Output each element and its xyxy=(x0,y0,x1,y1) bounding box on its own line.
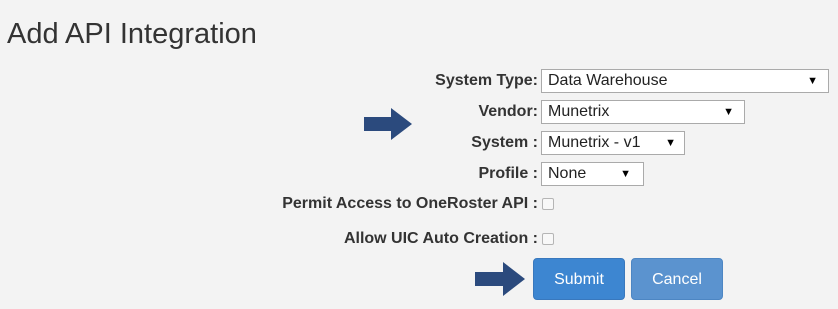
vendor-label: Vendor: xyxy=(478,103,538,120)
vendor-value: Munetrix xyxy=(548,103,610,120)
submit-button[interactable]: Submit xyxy=(533,258,625,300)
permit-oneroster-label: Permit Access to OneRoster API : xyxy=(282,195,538,212)
page-title: Add API Integration xyxy=(7,18,257,50)
system-type-label: System Type: xyxy=(435,72,538,89)
caret-down-icon: ▼ xyxy=(723,106,734,118)
system-select[interactable]: Munetrix - v1 ▼ xyxy=(541,131,685,155)
caret-down-icon: ▼ xyxy=(665,137,676,149)
system-type-select[interactable]: Data Warehouse ▼ xyxy=(541,69,829,93)
form-panel: Add API Integration System Type: Data Wa… xyxy=(0,0,838,309)
vendor-select[interactable]: Munetrix ▼ xyxy=(541,100,745,124)
allow-uic-label: Allow UIC Auto Creation : xyxy=(343,230,538,247)
arrow-right-icon xyxy=(475,262,525,296)
profile-label: Profile : xyxy=(478,165,538,182)
arrow-right-icon xyxy=(364,108,412,140)
caret-down-icon: ▼ xyxy=(807,75,818,87)
system-value: Munetrix - v1 xyxy=(548,134,641,151)
system-type-value: Data Warehouse xyxy=(548,72,668,89)
caret-down-icon: ▼ xyxy=(620,168,631,180)
allow-uic-checkbox[interactable] xyxy=(542,233,554,245)
system-label: System : xyxy=(471,134,538,151)
profile-value: None xyxy=(548,165,587,182)
permit-oneroster-checkbox[interactable] xyxy=(542,198,554,210)
profile-select[interactable]: None ▼ xyxy=(541,162,644,186)
cancel-button[interactable]: Cancel xyxy=(631,258,723,300)
